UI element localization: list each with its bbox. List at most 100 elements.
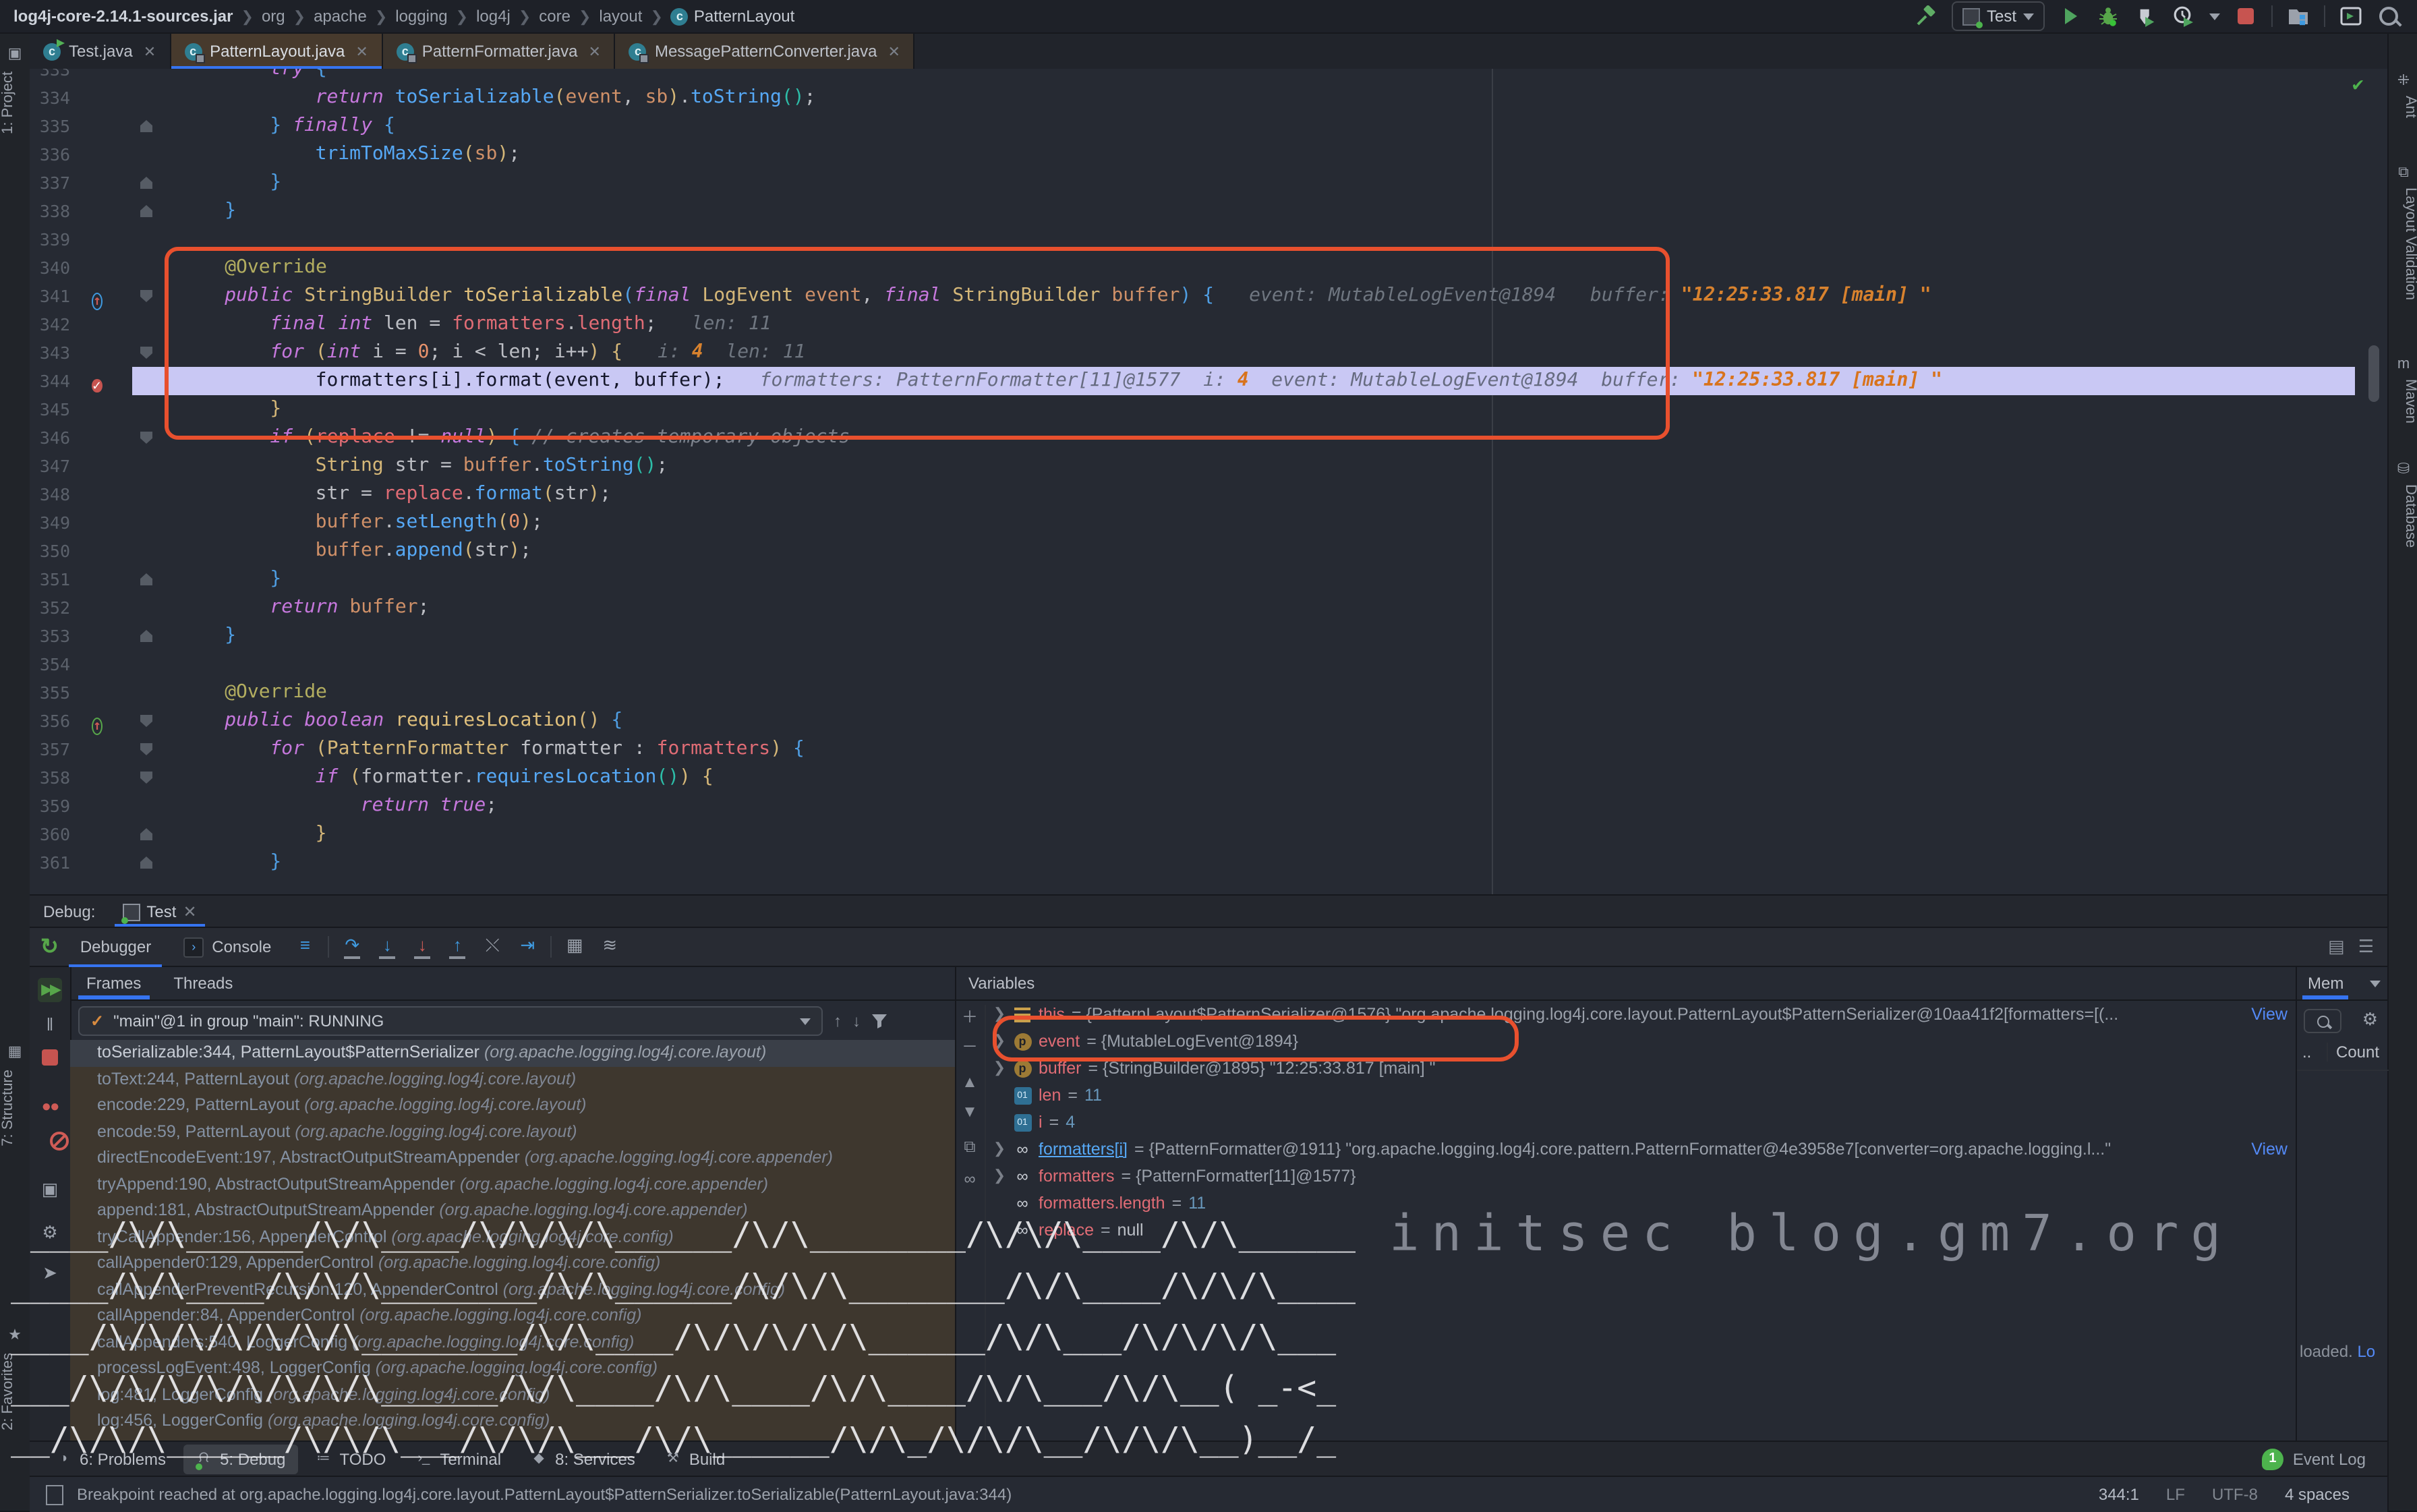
rerun-icon[interactable]: ↻ bbox=[40, 933, 59, 960]
chevron-down-icon[interactable] bbox=[2209, 13, 2220, 20]
line-separator[interactable]: LF bbox=[2166, 1485, 2185, 1504]
line-number[interactable]: 346 bbox=[30, 424, 70, 452]
force-step-into-icon[interactable]: ↓ bbox=[410, 935, 434, 959]
fold-marker-icon[interactable] bbox=[140, 290, 152, 302]
variable-row[interactable]: 01len= 11 bbox=[990, 1082, 2296, 1109]
fold-marker-icon[interactable] bbox=[140, 120, 152, 132]
line-number[interactable]: 348 bbox=[30, 480, 70, 508]
variable-name[interactable]: buffer bbox=[1039, 1055, 1082, 1082]
drop-frame-icon[interactable]: ⤬ bbox=[480, 935, 504, 959]
stack-frame[interactable]: toText:244, PatternLayout (org.apache.lo… bbox=[70, 1066, 955, 1093]
settings-gear-icon[interactable]: ⚙ bbox=[38, 1221, 62, 1245]
left-strip-structure-icon[interactable]: ▦ bbox=[5, 1043, 24, 1062]
variable-name[interactable]: formatters[i] bbox=[1039, 1136, 1128, 1163]
line-number[interactable]: 361 bbox=[30, 848, 70, 877]
line-number[interactable]: 360 bbox=[30, 820, 70, 848]
line-number[interactable]: 357 bbox=[30, 735, 70, 763]
line-number[interactable]: 358 bbox=[30, 763, 70, 792]
toolwindow-button-terminal[interactable]: ›_Terminal bbox=[403, 1444, 513, 1474]
toolwindow-button-todo[interactable]: ≔TODO bbox=[303, 1444, 398, 1474]
code-line[interactable]: 342final int len = formatters.length;len… bbox=[30, 310, 2387, 339]
toolwindow-button-build[interactable]: ⚒Build bbox=[653, 1444, 737, 1474]
line-number[interactable]: 339 bbox=[30, 225, 70, 254]
code-line[interactable]: 341↑public StringBuilder toSerializable(… bbox=[30, 282, 2387, 310]
event-log[interactable]: 1 Event Log bbox=[2262, 1448, 2387, 1470]
editor-tab[interactable]: cMessagePatternConverter.java✕ bbox=[616, 34, 915, 69]
fold-marker-icon[interactable] bbox=[140, 630, 152, 642]
pause-icon[interactable]: ‖ bbox=[38, 1013, 62, 1037]
breadcrumb-item[interactable]: layout bbox=[599, 7, 642, 26]
line-number[interactable]: 349 bbox=[30, 508, 70, 537]
line-number[interactable]: 345 bbox=[30, 395, 70, 424]
filter-icon[interactable] bbox=[871, 1013, 887, 1029]
stop-icon[interactable] bbox=[38, 1048, 62, 1072]
variable-name[interactable]: i bbox=[1039, 1109, 1043, 1136]
toolwindow-button-8-services[interactable]: ◆8: Services bbox=[519, 1444, 647, 1474]
stack-frame[interactable]: callAppenderPreventRecursion:120, Append… bbox=[70, 1277, 955, 1303]
variable-row[interactable]: ❯∞formatters= {PatternFormatter[11]@1577… bbox=[990, 1163, 2296, 1190]
scroll-down-icon[interactable]: ▼ bbox=[958, 1099, 982, 1124]
left-strip-favorites-icon[interactable]: ★ bbox=[5, 1326, 24, 1345]
fold-marker-icon[interactable] bbox=[140, 772, 152, 784]
code-line[interactable]: 360} bbox=[30, 820, 2387, 848]
stack-frame[interactable]: toSerializable:344, PatternLayout$Patter… bbox=[70, 1040, 955, 1066]
toolwindow-stripe-maven[interactable]: Maven bbox=[2389, 379, 2417, 424]
line-number[interactable]: 351 bbox=[30, 565, 70, 593]
evaluate-expression-icon[interactable]: ▦ bbox=[562, 935, 587, 959]
toolwindow-button-5-debug[interactable]: ᙁ5: Debug bbox=[183, 1444, 297, 1474]
stop-icon[interactable] bbox=[2234, 4, 2258, 28]
step-into-icon[interactable]: ↓ bbox=[375, 935, 399, 959]
code-line[interactable]: 348str = replace.format(str); bbox=[30, 480, 2387, 508]
breadcrumb-item[interactable]: org bbox=[262, 7, 285, 26]
indent-style[interactable]: 4 spaces bbox=[2285, 1485, 2350, 1504]
close-icon[interactable]: ✕ bbox=[183, 902, 196, 921]
step-out-icon[interactable]: ↑ bbox=[445, 935, 469, 959]
breadcrumb-item[interactable]: core bbox=[539, 7, 571, 26]
stack-frame[interactable]: callAppenders:540, LoggerConfig (org.apa… bbox=[70, 1329, 955, 1356]
toolwindow-button-6-problems[interactable]: ◑6: Problems bbox=[43, 1444, 178, 1474]
toolwindow-stripe-1-project[interactable]: 1: Project bbox=[0, 71, 30, 134]
coverage-icon[interactable] bbox=[2134, 4, 2158, 28]
tab-console[interactable]: › Console bbox=[173, 927, 282, 967]
build-hammer-icon[interactable] bbox=[1914, 4, 1938, 28]
tab-threads[interactable]: Threads bbox=[157, 967, 249, 999]
memory-settings-gear-icon[interactable]: ⚙ bbox=[2362, 1009, 2378, 1030]
code-line[interactable]: 361} bbox=[30, 848, 2387, 877]
variable-name[interactable]: formatters bbox=[1039, 1163, 1115, 1190]
editor-tab[interactable]: cTest.java✕ bbox=[30, 34, 171, 69]
right-strip-maven-icon[interactable]: m bbox=[2394, 355, 2413, 374]
inspections-ok-icon[interactable]: ✔ bbox=[2352, 74, 2364, 96]
variable-row[interactable]: 01i= 4 bbox=[990, 1109, 2296, 1136]
expand-chevron-icon[interactable]: ❯ bbox=[993, 1163, 1006, 1190]
line-number[interactable]: 342 bbox=[30, 310, 70, 339]
stack-frame[interactable]: callAppender:84, AppenderControl (org.ap… bbox=[70, 1303, 955, 1329]
stack-frame[interactable]: append:181, AbstractOutputStreamAppender… bbox=[70, 1198, 955, 1224]
line-number[interactable]: 355 bbox=[30, 678, 70, 707]
stack-frame[interactable]: log:481, LoggerConfig (org.apache.loggin… bbox=[70, 1382, 955, 1408]
code-line[interactable]: 354 bbox=[30, 650, 2387, 678]
fold-marker-icon[interactable] bbox=[140, 573, 152, 585]
expand-chevron-icon[interactable]: ❯ bbox=[993, 1001, 1006, 1028]
caret-position[interactable]: 344:1 bbox=[2099, 1485, 2139, 1504]
close-icon[interactable]: ✕ bbox=[589, 42, 601, 60]
breadcrumb-item[interactable]: log4j bbox=[476, 7, 511, 26]
close-icon[interactable]: ✕ bbox=[888, 42, 900, 60]
thread-selector[interactable]: ✓ "main"@1 in group "main": RUNNING bbox=[78, 1006, 823, 1036]
stack-frame[interactable]: encode:229, PatternLayout (org.apache.lo… bbox=[70, 1093, 955, 1119]
line-number[interactable]: 350 bbox=[30, 537, 70, 565]
view-link[interactable]: View bbox=[2240, 1136, 2288, 1163]
stack-frame[interactable]: tryAppend:190, AbstractOutputStreamAppen… bbox=[70, 1171, 955, 1198]
fold-marker-icon[interactable] bbox=[140, 715, 152, 727]
run-to-cursor-icon[interactable]: ⇥ bbox=[515, 935, 540, 959]
run-icon[interactable] bbox=[2058, 4, 2083, 28]
step-over-icon[interactable]: ↷ bbox=[340, 935, 364, 959]
breadcrumb-item[interactable]: apache bbox=[314, 7, 367, 26]
code-line[interactable]: 359return true; bbox=[30, 792, 2387, 820]
resume-icon[interactable]: ▶▶ bbox=[38, 978, 62, 1002]
line-number[interactable]: 337 bbox=[30, 169, 70, 197]
line-number[interactable]: 356 bbox=[30, 707, 70, 735]
code-line[interactable]: 353} bbox=[30, 622, 2387, 650]
search-everywhere-icon[interactable] bbox=[2377, 4, 2401, 28]
variable-name[interactable]: len bbox=[1039, 1082, 1061, 1109]
variable-name[interactable]: this bbox=[1039, 1001, 1065, 1028]
